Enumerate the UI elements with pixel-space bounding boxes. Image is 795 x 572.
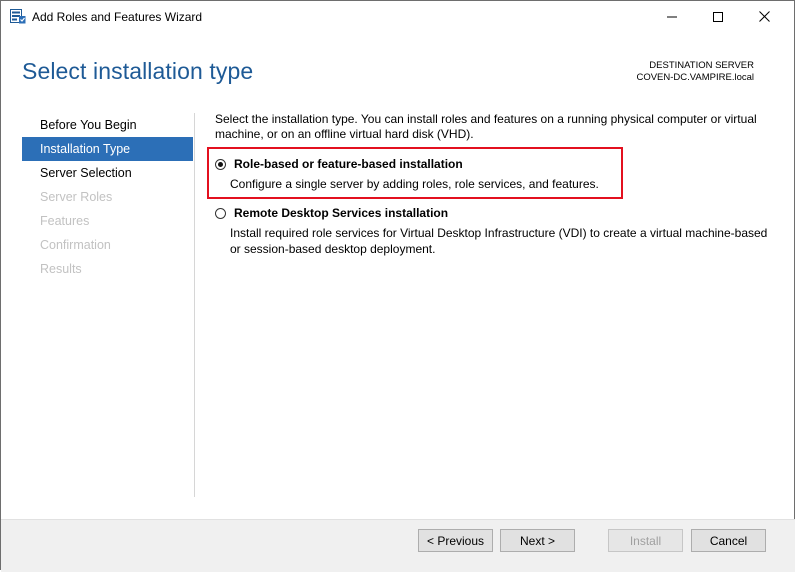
page-title: Select installation type <box>22 58 254 84</box>
close-icon <box>758 11 770 22</box>
nav-item-confirmation: Confirmation <box>40 238 111 252</box>
maximize-icon <box>713 11 723 22</box>
minimize-icon <box>667 16 677 17</box>
wizard-window: Add Roles and Features Wizard Select ins… <box>0 0 795 572</box>
option-remote-desktop-title[interactable]: Remote Desktop Services installation <box>234 206 448 220</box>
intro-text: Select the installation type. You can in… <box>215 112 757 141</box>
window-title: Add Roles and Features Wizard <box>32 10 203 24</box>
main-content: Select the installation type. You can in… <box>215 112 775 256</box>
destination-server-label: DESTINATION SERVER <box>649 60 754 71</box>
server-manager-icon <box>10 9 26 24</box>
minimize-button[interactable] <box>649 1 695 32</box>
nav-item-before-you-begin[interactable]: Before You Begin <box>22 113 193 137</box>
nav-item-server-selection[interactable]: Server Selection <box>22 161 193 185</box>
nav-divider <box>194 113 195 497</box>
cancel-button[interactable]: Cancel <box>691 529 766 552</box>
nav-item-server-roles: Server Roles <box>40 190 113 204</box>
install-button: Install <box>608 529 683 552</box>
destination-server-info: DESTINATION SERVER COVEN-DC.VAMPIRE.loca… <box>636 60 754 84</box>
previous-button[interactable]: < Previous <box>418 529 493 552</box>
highlight-annotation-box <box>207 147 623 199</box>
nav-item-installation-type[interactable]: Installation Type <box>22 137 193 161</box>
destination-server-name: COVEN-DC.VAMPIRE.local <box>636 72 754 83</box>
nav-item-results: Results <box>40 262 82 276</box>
next-button[interactable]: Next > <box>500 529 575 552</box>
nav-item-features: Features <box>40 214 90 228</box>
close-button[interactable] <box>741 1 787 32</box>
option-remote-desktop-description: Install required role services for Virtu… <box>230 226 768 256</box>
wizard-steps-nav: Before You Begin Installation Type Serve… <box>22 113 193 281</box>
title-bar[interactable]: Add Roles and Features Wizard <box>1 1 794 32</box>
maximize-button[interactable] <box>695 1 741 32</box>
radio-remote-desktop[interactable] <box>215 208 226 219</box>
